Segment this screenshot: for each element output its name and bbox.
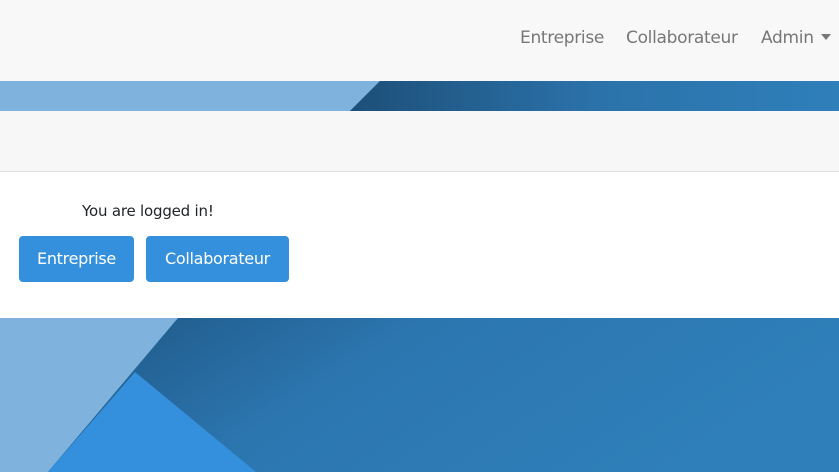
dashboard-card: You are logged in! Entreprise Collaborat… (0, 111, 839, 318)
entreprise-button[interactable]: Entreprise (19, 236, 134, 282)
nav-admin-label: Admin (761, 28, 814, 48)
caret-down-icon (820, 34, 831, 40)
nav-link-collaborateur[interactable]: Collaborateur (626, 27, 738, 49)
login-status-message: You are logged in! (82, 202, 214, 220)
card-header (0, 111, 839, 172)
collaborateur-button[interactable]: Collaborateur (146, 236, 289, 282)
nav-link-entreprise[interactable]: Entreprise (520, 27, 604, 49)
top-navbar: Entreprise Collaborateur Admin (0, 0, 839, 81)
nav-dropdown-admin[interactable]: Admin (761, 27, 831, 49)
